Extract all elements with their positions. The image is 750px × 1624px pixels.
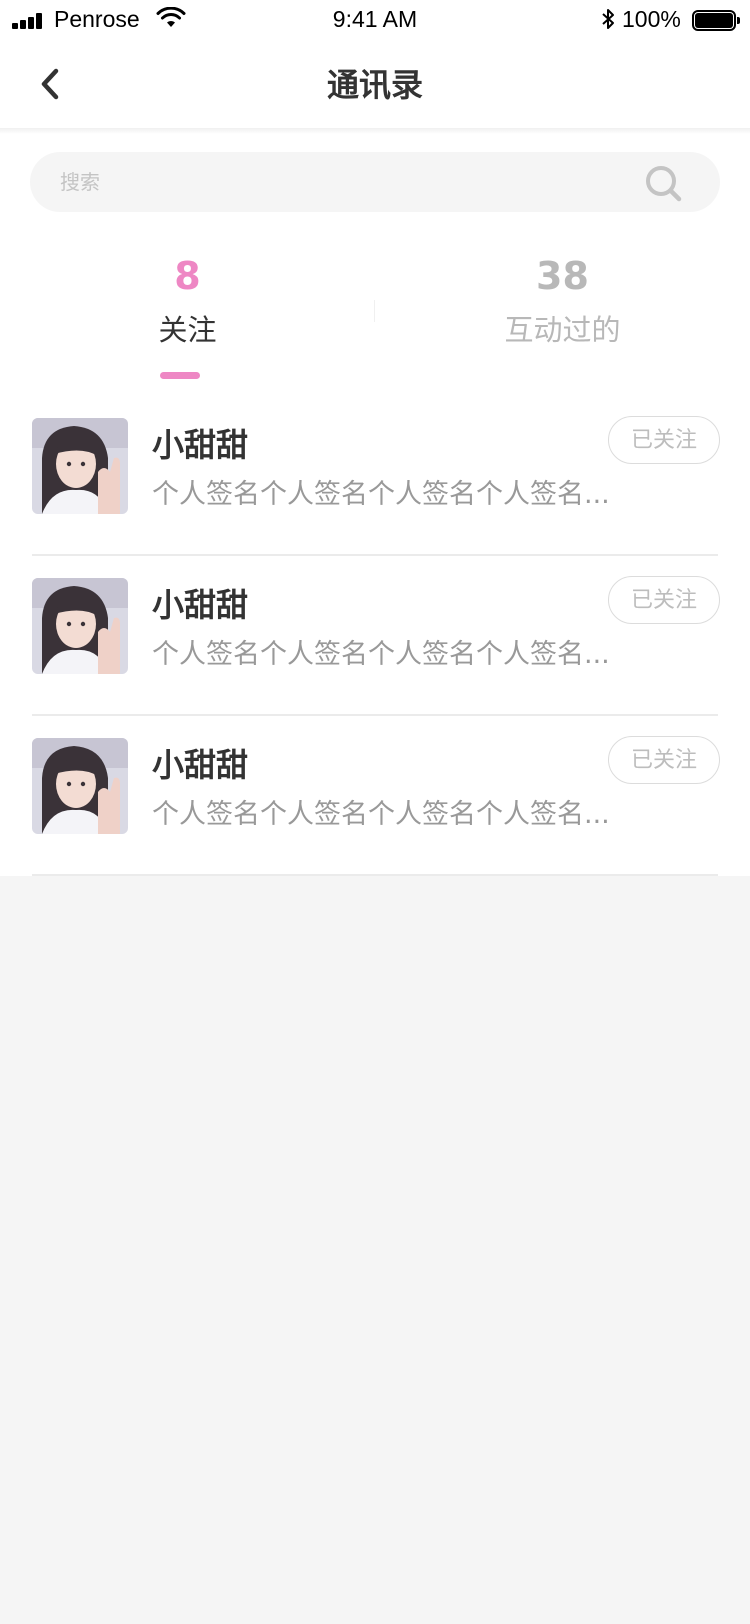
content-panel: Penrose 9:41 AM 100% 通讯录 8 关注	[0, 0, 750, 876]
contact-row[interactable]: 小甜甜 个人签名个人签名个人签名个人签名... 已关注	[0, 716, 750, 876]
contact-row[interactable]: 小甜甜 个人签名个人签名个人签名个人签名... 已关注	[0, 556, 750, 716]
contact-name: 小甜甜	[152, 746, 249, 784]
contact-signature: 个人签名个人签名个人签名个人签名...	[152, 639, 610, 670]
tab-interacted[interactable]: 38 互动过的	[375, 248, 750, 388]
battery-icon	[692, 10, 740, 31]
following-count: 8	[174, 254, 201, 298]
battery-percentage: 100%	[622, 6, 681, 32]
contact-name: 小甜甜	[152, 586, 249, 624]
followed-button[interactable]: 已关注	[608, 736, 720, 784]
row-divider	[32, 874, 718, 876]
followed-button[interactable]: 已关注	[608, 576, 720, 624]
contact-signature: 个人签名个人签名个人签名个人签名...	[152, 479, 610, 510]
contact-name: 小甜甜	[152, 426, 249, 464]
interacted-count: 38	[536, 254, 589, 298]
status-bar: Penrose 9:41 AM 100%	[0, 0, 750, 40]
followed-button[interactable]: 已关注	[608, 416, 720, 464]
active-tab-indicator	[160, 372, 200, 379]
nav-divider	[0, 128, 750, 134]
tab-following[interactable]: 8 关注	[0, 248, 375, 388]
contact-row[interactable]: 小甜甜 个人签名个人签名个人签名个人签名... 已关注	[0, 396, 750, 556]
page-title: 通讯录	[326, 66, 423, 104]
tab-following-label: 关注	[158, 313, 217, 347]
contact-signature: 个人签名个人签名个人签名个人签名...	[152, 799, 610, 830]
search-icon[interactable]	[644, 164, 684, 204]
navigation-bar: 通讯录	[0, 40, 750, 128]
search-bar	[30, 152, 720, 212]
tab-interacted-label: 互动过的	[504, 313, 621, 347]
bluetooth-icon	[602, 9, 614, 29]
avatar[interactable]	[32, 418, 128, 514]
avatar[interactable]	[32, 578, 128, 674]
search-input[interactable]	[60, 164, 620, 200]
avatar[interactable]	[32, 738, 128, 834]
